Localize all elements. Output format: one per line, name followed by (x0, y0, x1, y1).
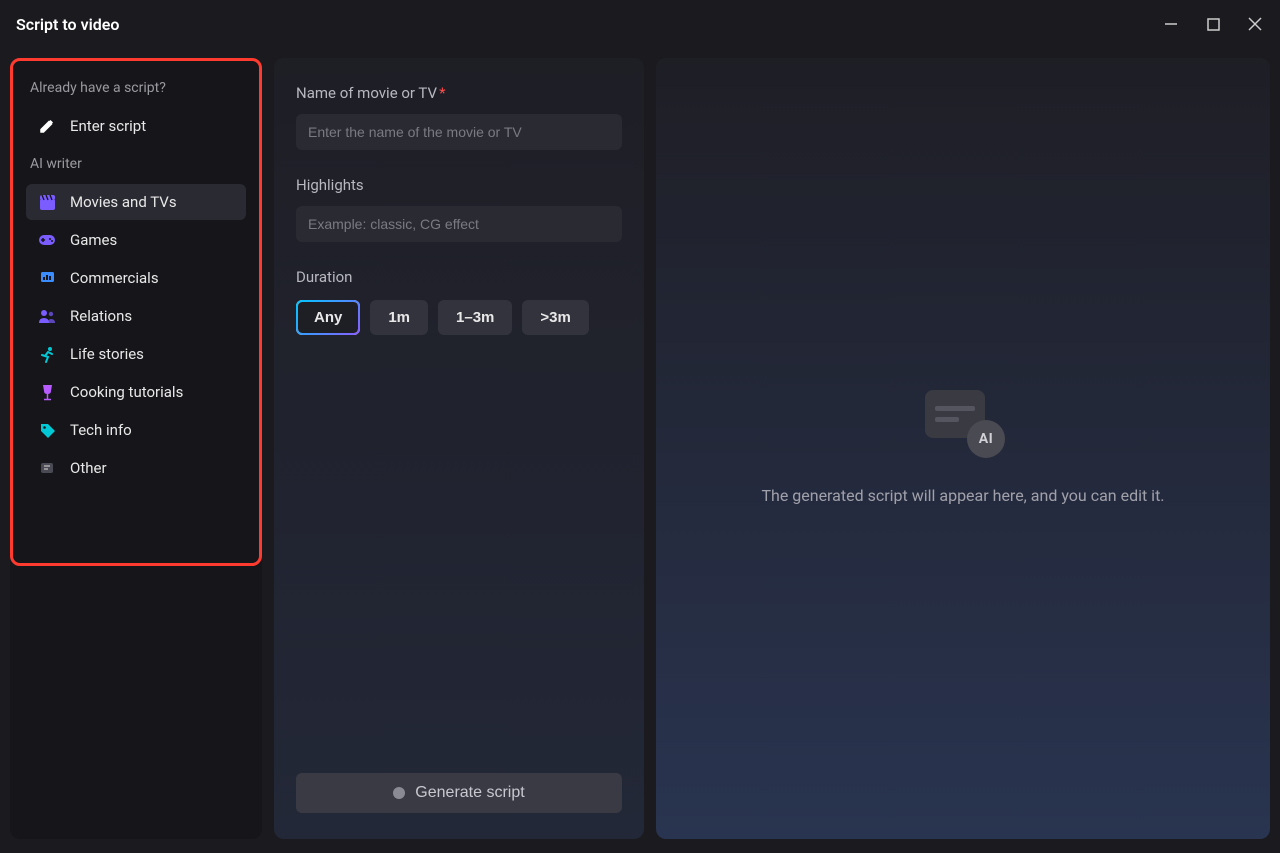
generate-button-label: Generate script (415, 784, 524, 802)
lines-icon (38, 459, 56, 477)
sidebar-item-label: Tech info (70, 421, 132, 439)
main-body: Already have a script? Enter script AI w… (0, 48, 1280, 853)
maximize-button[interactable] (1204, 15, 1222, 33)
preview-placeholder-text: The generated script will appear here, a… (761, 484, 1164, 508)
presentation-icon (38, 269, 56, 287)
required-asterisk: * (439, 84, 445, 102)
sidebar-item-other[interactable]: Other (26, 450, 246, 486)
duration-3m[interactable]: >3m (522, 300, 588, 335)
duration-options: Any 1m 1–3m >3m (296, 300, 622, 335)
loading-dot-icon (393, 787, 405, 799)
tag-icon (38, 421, 56, 439)
sidebar-item-games[interactable]: Games (26, 222, 246, 258)
name-label: Name of movie or TV* (296, 84, 622, 102)
minimize-button[interactable] (1162, 15, 1180, 33)
sidebar-section-ai: AI writer (18, 152, 254, 182)
name-input[interactable] (296, 114, 622, 150)
form-panel: Name of movie or TV* Highlights Duration… (274, 58, 644, 839)
sidebar-item-tech[interactable]: Tech info (26, 412, 246, 448)
close-button[interactable] (1246, 15, 1264, 33)
sidebar-item-label: Life stories (70, 345, 144, 363)
sidebar-item-label: Relations (70, 307, 132, 325)
ai-badge-icon: AI (967, 420, 1005, 458)
sidebar-section-script: Already have a script? (18, 76, 254, 106)
titlebar: Script to video (0, 0, 1280, 48)
preview-panel: AI The generated script will appear here… (656, 58, 1270, 839)
duration-any[interactable]: Any (296, 300, 360, 335)
sidebar-item-enter-script[interactable]: Enter script (26, 108, 246, 144)
preview-placeholder-icon: AI (925, 390, 1001, 454)
sidebar-item-cooking[interactable]: Cooking tutorials (26, 374, 246, 410)
duration-1-3m[interactable]: 1–3m (438, 300, 512, 335)
clapperboard-icon (38, 193, 56, 211)
wine-glass-icon (38, 383, 56, 401)
sidebar-item-label: Movies and TVs (70, 193, 177, 211)
pencil-icon (38, 117, 56, 135)
sidebar-item-movies[interactable]: Movies and TVs (26, 184, 246, 220)
highlights-label: Highlights (296, 176, 622, 194)
window-controls (1162, 15, 1264, 33)
highlights-input[interactable] (296, 206, 622, 242)
sidebar-item-label: Games (70, 231, 117, 249)
sidebar-item-label: Other (70, 459, 107, 477)
sidebar-item-life-stories[interactable]: Life stories (26, 336, 246, 372)
people-icon (38, 307, 56, 325)
gamepad-icon (38, 231, 56, 249)
duration-1m[interactable]: 1m (370, 300, 428, 335)
sidebar-item-commercials[interactable]: Commercials (26, 260, 246, 296)
sidebar-item-label: Enter script (70, 117, 146, 135)
sidebar-item-relations[interactable]: Relations (26, 298, 246, 334)
duration-label: Duration (296, 268, 622, 286)
generate-script-button[interactable]: Generate script (296, 773, 622, 813)
sidebar: Already have a script? Enter script AI w… (10, 58, 262, 839)
app-title: Script to video (16, 15, 119, 34)
sidebar-item-label: Commercials (70, 269, 159, 287)
sidebar-item-label: Cooking tutorials (70, 383, 183, 401)
running-icon (38, 345, 56, 363)
